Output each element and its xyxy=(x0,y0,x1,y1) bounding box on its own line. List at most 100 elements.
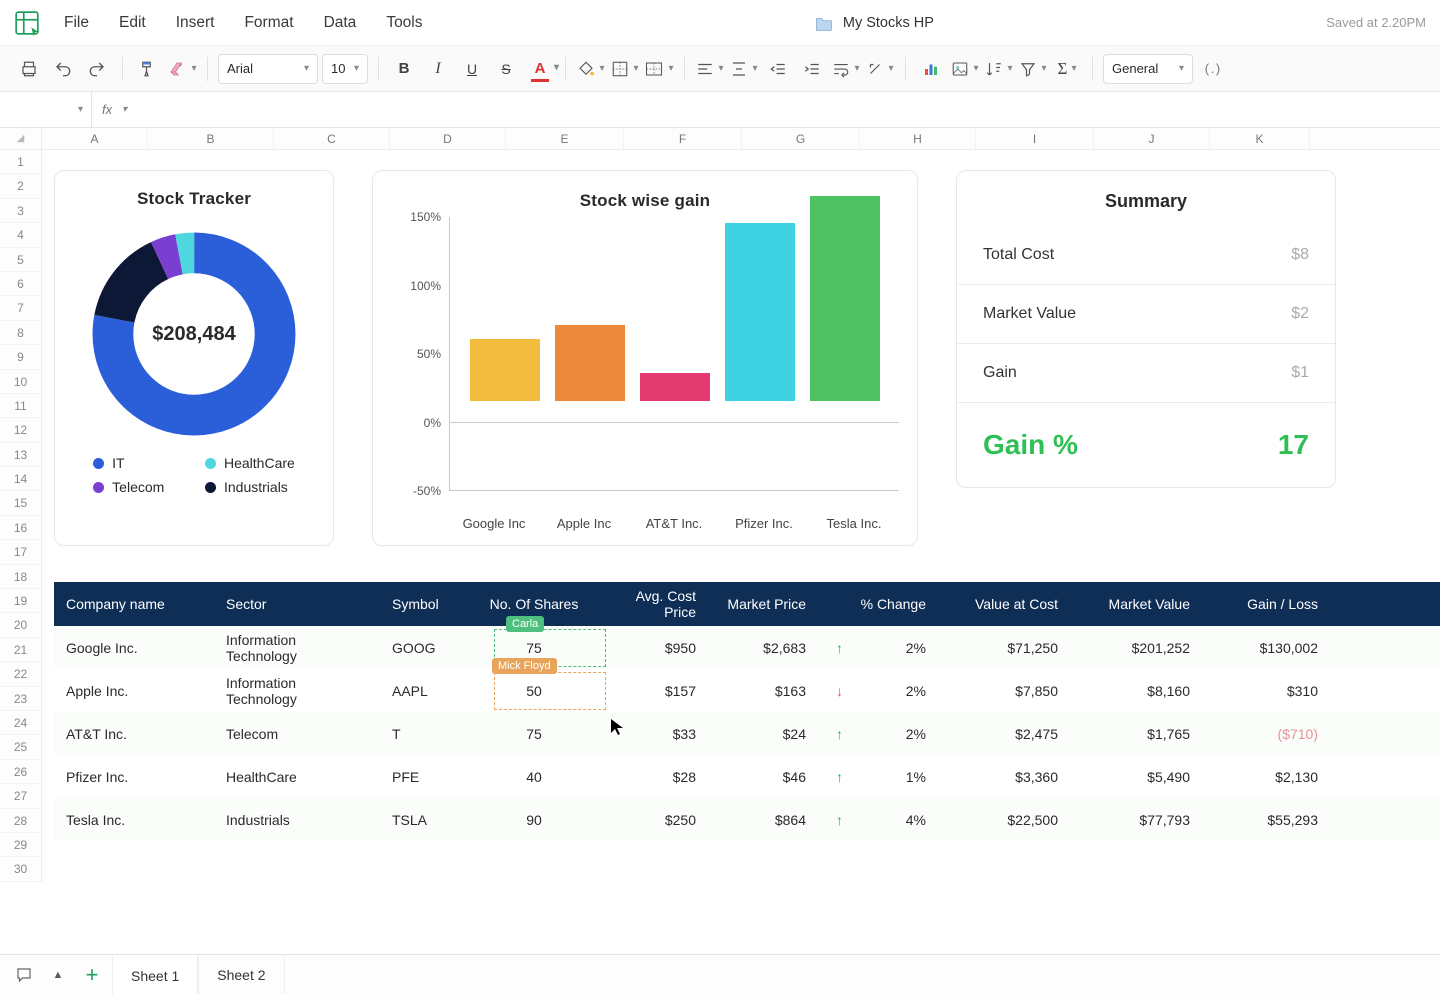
italic-button[interactable]: I xyxy=(423,54,453,84)
table-cell[interactable]: $2,130 xyxy=(1202,769,1330,785)
table-cell[interactable]: Apple Inc. xyxy=(54,683,214,699)
table-cell[interactable]: $3,360 xyxy=(938,769,1070,785)
col-header[interactable]: H xyxy=(860,128,976,149)
underline-button[interactable]: U xyxy=(457,54,487,84)
table-row[interactable]: Google Inc.Information TechnologyGOOG75$… xyxy=(54,626,1440,669)
table-cell[interactable]: AT&T Inc. xyxy=(54,726,214,742)
wrap-text-button[interactable]: ▾ xyxy=(831,54,861,84)
text-color-button[interactable]: A▾ xyxy=(525,54,555,84)
sheet-tab[interactable]: Sheet 1 xyxy=(112,955,198,994)
table-cell[interactable]: 75 xyxy=(476,640,592,656)
sheet-tab[interactable]: Sheet 2 xyxy=(198,955,284,994)
row-header[interactable]: 15 xyxy=(0,491,42,515)
table-header-cell[interactable]: Value at Cost xyxy=(938,596,1070,612)
row-header[interactable]: 24 xyxy=(0,711,42,735)
table-cell[interactable]: $130,002 xyxy=(1202,640,1330,656)
outdent-button[interactable] xyxy=(763,54,793,84)
text-rotation-button[interactable]: ▾ xyxy=(865,54,895,84)
table-header-cell[interactable]: No. Of Shares xyxy=(476,596,592,612)
row-header[interactable]: 14 xyxy=(0,467,42,491)
row-header[interactable]: 11 xyxy=(0,394,42,418)
h-align-button[interactable]: ▾ xyxy=(695,54,725,84)
table-header-cell[interactable]: Company name xyxy=(54,596,214,612)
table-cell[interactable]: T xyxy=(380,726,476,742)
table-cell[interactable]: TSLA xyxy=(380,812,476,828)
bold-button[interactable]: B xyxy=(389,54,419,84)
row-header[interactable]: 25 xyxy=(0,735,42,759)
table-cell[interactable]: $950 xyxy=(592,640,708,656)
table-cell[interactable]: GOOG xyxy=(380,640,476,656)
table-cell[interactable]: ↑2% xyxy=(818,726,938,742)
table-cell[interactable]: 90 xyxy=(476,812,592,828)
row-header[interactable]: 2 xyxy=(0,174,42,198)
table-header-cell[interactable]: Market Price xyxy=(708,596,818,612)
row-header[interactable]: 8 xyxy=(0,321,42,345)
table-row[interactable]: Pfizer Inc.HealthCarePFE40$28$46↑1%$3,36… xyxy=(54,755,1440,798)
row-header[interactable]: 22 xyxy=(0,662,42,686)
table-cell[interactable]: $46 xyxy=(708,769,818,785)
indent-button[interactable] xyxy=(797,54,827,84)
row-header[interactable]: 27 xyxy=(0,784,42,808)
row-header[interactable]: 28 xyxy=(0,809,42,833)
row-header[interactable]: 9 xyxy=(0,345,42,369)
table-cell[interactable]: AAPL xyxy=(380,683,476,699)
table-cell[interactable]: ↓2% xyxy=(818,683,938,699)
font-select[interactable]: Arial▾ xyxy=(218,54,318,84)
row-header[interactable]: 17 xyxy=(0,540,42,564)
table-cell[interactable]: ($710) xyxy=(1202,726,1330,742)
table-cell[interactable]: HealthCare xyxy=(214,769,380,785)
row-header[interactable]: 20 xyxy=(0,613,42,637)
row-header[interactable]: 10 xyxy=(0,370,42,394)
menu-data[interactable]: Data xyxy=(324,14,357,32)
table-cell[interactable]: $864 xyxy=(708,812,818,828)
chart-stock-wise-gain[interactable]: Stock wise gain 150%100%50%0%-50% Google… xyxy=(372,170,918,546)
font-size-select[interactable]: 10▾ xyxy=(322,54,368,84)
table-cell[interactable]: $8,160 xyxy=(1070,683,1202,699)
col-header[interactable]: G xyxy=(742,128,860,149)
table-cell[interactable]: $157 xyxy=(592,683,708,699)
row-header[interactable]: 1 xyxy=(0,150,42,174)
table-cell[interactable]: Tesla Inc. xyxy=(54,812,214,828)
table-cell[interactable]: $24 xyxy=(708,726,818,742)
table-cell[interactable]: Information Technology xyxy=(214,632,380,664)
col-header[interactable]: K xyxy=(1210,128,1310,149)
borders-button[interactable]: ▾ xyxy=(610,54,640,84)
table-cell[interactable]: $250 xyxy=(592,812,708,828)
row-header[interactable]: 5 xyxy=(0,248,42,272)
table-cell[interactable]: Information Technology xyxy=(214,675,380,707)
clear-format-icon[interactable]: ▾ xyxy=(167,54,197,84)
sort-button[interactable]: ▾ xyxy=(984,54,1014,84)
row-header[interactable]: 4 xyxy=(0,223,42,247)
table-row[interactable]: Tesla Inc.IndustrialsTSLA90$250$864↑4%$2… xyxy=(54,798,1440,841)
v-align-button[interactable]: ▾ xyxy=(729,54,759,84)
col-header[interactable]: E xyxy=(506,128,624,149)
table-row[interactable]: Apple Inc.Information TechnologyAAPL50$1… xyxy=(54,669,1440,712)
table-cell[interactable]: $201,252 xyxy=(1070,640,1202,656)
row-header[interactable]: 30 xyxy=(0,857,42,881)
row-header[interactable]: 23 xyxy=(0,687,42,711)
add-sheet-button[interactable]: + xyxy=(78,961,106,989)
row-header[interactable]: 16 xyxy=(0,516,42,540)
table-cell[interactable]: $163 xyxy=(708,683,818,699)
row-header[interactable]: 12 xyxy=(0,418,42,442)
merge-cells-button[interactable]: ▾ xyxy=(644,54,674,84)
row-header[interactable]: 7 xyxy=(0,296,42,320)
table-cell[interactable]: ↑4% xyxy=(818,812,938,828)
undo-icon[interactable] xyxy=(48,54,78,84)
table-cell[interactable]: $28 xyxy=(592,769,708,785)
table-cell[interactable]: $77,793 xyxy=(1070,812,1202,828)
table-cell[interactable]: $1,765 xyxy=(1070,726,1202,742)
table-cell[interactable]: Telecom xyxy=(214,726,380,742)
table-cell[interactable]: Google Inc. xyxy=(54,640,214,656)
row-header[interactable]: 26 xyxy=(0,760,42,784)
chart-stock-tracker[interactable]: Stock Tracker $208,484 ITHealthCareTelec… xyxy=(54,170,334,546)
number-format-select[interactable]: General▾ xyxy=(1103,54,1193,84)
col-header[interactable]: A xyxy=(42,128,148,149)
table-cell[interactable]: $22,500 xyxy=(938,812,1070,828)
table-cell[interactable]: 75 xyxy=(476,726,592,742)
table-cell[interactable]: $2,475 xyxy=(938,726,1070,742)
table-header-cell[interactable]: Gain / Loss xyxy=(1202,596,1330,612)
table-cell[interactable]: $2,683 xyxy=(708,640,818,656)
table-cell[interactable]: $5,490 xyxy=(1070,769,1202,785)
menu-tools[interactable]: Tools xyxy=(386,14,422,32)
